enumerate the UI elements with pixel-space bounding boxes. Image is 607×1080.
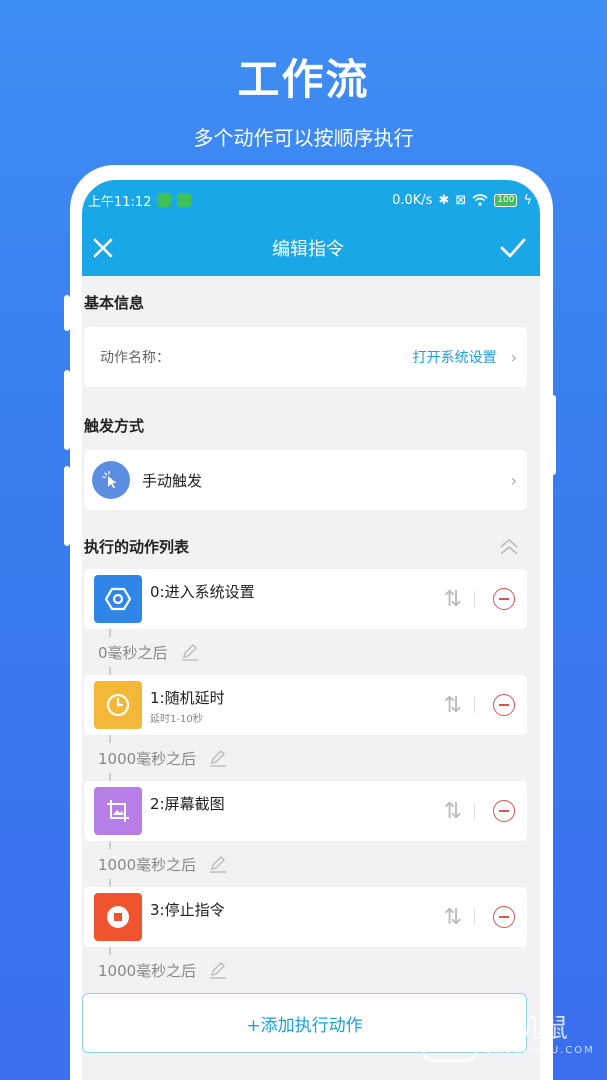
delay-label: 1000毫秒之后 bbox=[98, 749, 197, 768]
cursor-click-icon bbox=[92, 461, 130, 499]
promo-subtitle: 多个动作可以按顺序执行 bbox=[193, 126, 414, 150]
reorder-icon[interactable]: ⇅ bbox=[444, 587, 462, 612]
remove-icon[interactable] bbox=[493, 588, 515, 610]
trigger-row[interactable]: 手动触发 › bbox=[84, 450, 527, 510]
edit-icon[interactable] bbox=[208, 960, 228, 980]
delay-row[interactable]: 1000毫秒之后 bbox=[82, 735, 540, 781]
net-speed: 0.0K/s bbox=[392, 192, 433, 208]
remove-icon[interactable] bbox=[493, 800, 515, 822]
watermark-url: SHOUJISHU.COM bbox=[486, 1045, 595, 1056]
remove-icon[interactable] bbox=[493, 694, 515, 716]
edit-icon[interactable] bbox=[208, 748, 228, 768]
check-icon[interactable] bbox=[498, 233, 528, 263]
close-icon[interactable] bbox=[88, 233, 118, 263]
section-title-actions: 执行的动作列表 bbox=[84, 538, 190, 556]
action-item[interactable]: 1:随机延时 延时1-10秒 ⇅ bbox=[84, 675, 527, 735]
action-title: 3:停止指令 bbox=[150, 901, 225, 919]
edit-icon[interactable] bbox=[180, 642, 200, 662]
delay-row[interactable]: 1000毫秒之后 bbox=[82, 841, 540, 887]
notification-app-icon bbox=[157, 193, 172, 207]
section-title-trigger: 触发方式 bbox=[84, 417, 145, 435]
delay-label: 1000毫秒之后 bbox=[98, 961, 197, 980]
phone-side-button bbox=[64, 466, 70, 546]
reorder-icon[interactable]: ⇅ bbox=[444, 799, 462, 824]
action-item[interactable]: 0:进入系统设置 ⇅ bbox=[84, 569, 527, 629]
action-title: 1:随机延时 bbox=[150, 689, 225, 707]
timeline-connector bbox=[109, 841, 111, 849]
settings-hex-icon bbox=[94, 575, 142, 623]
collapse-icon[interactable] bbox=[498, 537, 520, 557]
phone-side-button bbox=[64, 295, 70, 331]
delay-row[interactable]: 0毫秒之后 bbox=[82, 629, 540, 675]
status-time: 上午11:12 bbox=[88, 194, 152, 210]
divider bbox=[474, 591, 475, 607]
timeline-connector bbox=[109, 629, 111, 637]
timeline-connector bbox=[109, 879, 111, 887]
notification-app-icon bbox=[177, 193, 192, 207]
phone-side-button bbox=[550, 395, 556, 475]
delay-label: 1000毫秒之后 bbox=[98, 855, 197, 874]
clock-icon bbox=[94, 681, 142, 729]
bluetooth-icon: ✱ bbox=[438, 192, 450, 208]
divider bbox=[474, 909, 475, 925]
app-bar: 编辑指令 bbox=[82, 220, 540, 276]
action-name-label: 动作名称： bbox=[100, 350, 170, 366]
timeline-connector bbox=[109, 947, 111, 955]
reorder-icon[interactable]: ⇅ bbox=[444, 905, 462, 930]
screenshot-icon bbox=[94, 787, 142, 835]
watermark: 手机鼠 SHOUJISHU.COM bbox=[422, 1002, 595, 1062]
action-item[interactable]: 3:停止指令 ⇅ bbox=[84, 887, 527, 947]
phone-screen: 上午11:12 0.0K/s ✱ ⊠ 100 ϟ 编辑指令 基本信息 动作名称：… bbox=[82, 180, 540, 1080]
battery-indicator: 100 bbox=[494, 193, 518, 207]
timeline-connector bbox=[109, 773, 111, 781]
phone-side-button bbox=[64, 370, 70, 450]
remove-icon[interactable] bbox=[493, 906, 515, 928]
chevron-right-icon: › bbox=[510, 470, 517, 490]
delay-row[interactable]: 1000毫秒之后 bbox=[82, 947, 540, 993]
divider bbox=[474, 803, 475, 819]
watermark-logo-icon bbox=[422, 1002, 478, 1062]
wifi-icon bbox=[472, 194, 488, 206]
section-title-basic-info: 基本信息 bbox=[84, 294, 145, 312]
delay-label: 0毫秒之后 bbox=[98, 643, 168, 662]
reorder-icon[interactable]: ⇅ bbox=[444, 693, 462, 718]
action-title: 0:进入系统设置 bbox=[150, 583, 255, 601]
divider bbox=[474, 697, 475, 713]
page-title: 编辑指令 bbox=[272, 239, 344, 260]
status-bar: 上午11:12 0.0K/s ✱ ⊠ 100 ϟ bbox=[82, 180, 540, 220]
action-title: 2:屏幕截图 bbox=[150, 795, 225, 813]
edit-icon[interactable] bbox=[208, 854, 228, 874]
timeline-connector bbox=[109, 735, 111, 743]
sim-icon: ⊠ bbox=[455, 192, 467, 208]
chevron-right-icon: › bbox=[510, 347, 517, 367]
timeline-connector bbox=[109, 667, 111, 675]
promo-title: 工作流 bbox=[237, 55, 370, 104]
action-name-value: 打开系统设置 bbox=[412, 350, 497, 366]
watermark-text: 手机鼠 bbox=[486, 1014, 571, 1044]
stop-icon bbox=[94, 893, 142, 941]
action-list-header: 执行的动作列表 bbox=[82, 536, 520, 557]
charging-icon: ϟ bbox=[523, 192, 532, 208]
action-subtitle: 延时1-10秒 bbox=[150, 714, 203, 725]
action-name-row[interactable]: 动作名称： 打开系统设置 › bbox=[84, 327, 527, 387]
trigger-label: 手动触发 bbox=[142, 471, 203, 490]
action-item[interactable]: 2:屏幕截图 ⇅ bbox=[84, 781, 527, 841]
